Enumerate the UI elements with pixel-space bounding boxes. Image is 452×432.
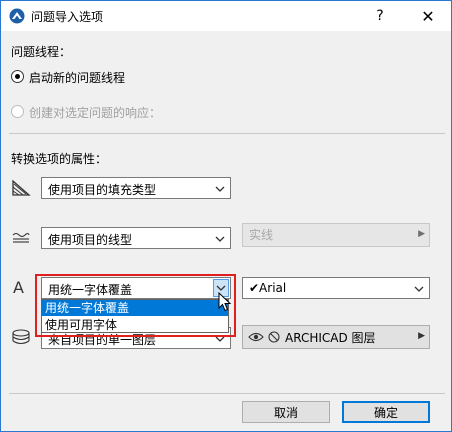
font-dropdown-list[interactable]: 用统一字体覆盖 使用可用字体 [41, 299, 229, 333]
archicad-logo-icon [9, 8, 25, 24]
layer-name-select[interactable]: ARCHICAD 图层 ▶ [242, 325, 430, 349]
mouse-pointer-icon [218, 292, 232, 312]
chevron-down-icon [215, 186, 225, 192]
fill-type-select[interactable]: 使用项目的填充类型 [41, 177, 231, 199]
chevron-right-icon: ▶ [418, 331, 425, 341]
chevron-right-icon: ▶ [418, 229, 425, 239]
close-button[interactable]: ✕ [405, 1, 451, 31]
font-name-select-value: ✔Arial [249, 281, 287, 295]
window-title: 问题导入选项 [31, 10, 104, 24]
line-style-select-value: 实线 [249, 228, 274, 242]
ok-button[interactable]: 确定 [342, 401, 430, 423]
line-type-select-value: 使用项目的线型 [48, 233, 133, 247]
radio-respond-label[interactable]: 创建对选定问题的响应： [29, 104, 161, 121]
eye-icon [248, 332, 264, 342]
help-button[interactable]: ? [357, 1, 403, 31]
fill-type-icon [12, 179, 31, 196]
font-icon: A [13, 278, 24, 297]
font-name-select[interactable]: ✔Arial [242, 277, 430, 299]
fill-type-select-value: 使用项目的填充类型 [48, 183, 157, 197]
dropdown-item-available-font[interactable]: 使用可用字体 [42, 317, 228, 333]
dropdown-item-override-font[interactable]: 用统一字体覆盖 [42, 300, 228, 316]
radio-new-thread-label[interactable]: 启动新的问题线程 [29, 69, 125, 86]
dialog-window: 问题导入选项 ? ✕ 问题线程： 启动新的问题线程 创建对选定问题的响应： 转换… [0, 0, 452, 432]
line-type-icon [12, 232, 30, 243]
attributes-heading: 转换选项的属性： [11, 152, 108, 166]
title-bar: 问题导入选项 ? ✕ [1, 1, 451, 31]
line-style-select[interactable]: 实线 ▶ [242, 223, 430, 247]
footer-divider [9, 393, 445, 394]
radio-new-thread[interactable] [11, 70, 24, 83]
thread-heading: 问题线程： [11, 45, 72, 59]
chevron-down-icon [414, 286, 424, 292]
layer-icon [12, 329, 30, 345]
layer-name-select-value: ARCHICAD 图层 [285, 331, 376, 345]
cancel-button[interactable]: 取消 [242, 401, 330, 423]
radio-respond[interactable] [11, 105, 24, 118]
layer-state-icon [268, 331, 280, 343]
chevron-down-icon [215, 236, 225, 242]
section-divider [9, 133, 445, 134]
line-type-select[interactable]: 使用项目的线型 [41, 227, 231, 249]
